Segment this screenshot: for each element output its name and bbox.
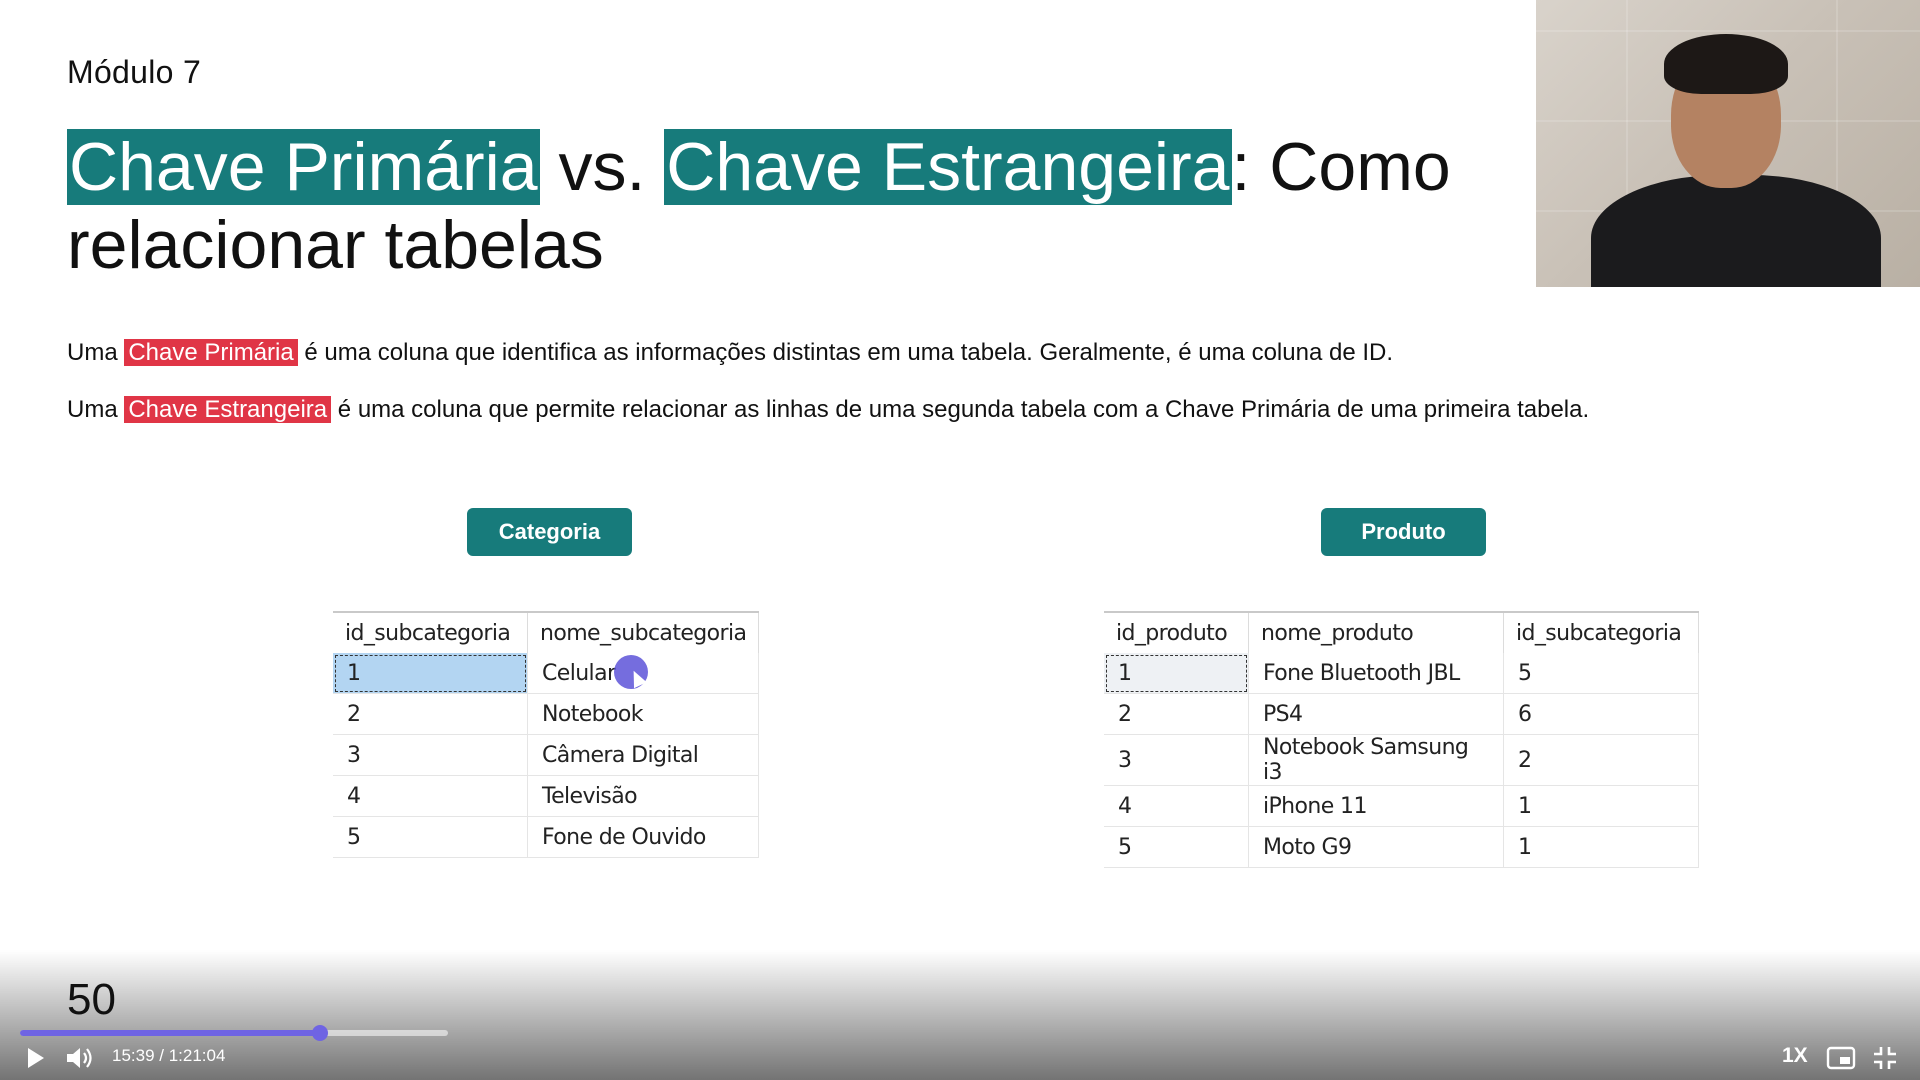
table-cell: Televisão [527,775,760,817]
title-vs: vs. [539,129,665,205]
paragraph-foreign-key: Uma Chave Estrangeira é uma coluna que p… [67,396,1589,424]
table-cell: Câmera Digital [527,734,760,776]
progress-bar[interactable] [20,1025,448,1041]
table-cell: 2 [1104,693,1249,735]
produto-table: id_produto nome_produto id_subcategoria … [1104,611,1699,868]
table-row: 5 Fone de Ouvido [333,816,760,858]
title-highlight-foreign-key: Chave Estrangeira [664,129,1232,205]
table-row: 5 Moto G9 1 [1104,826,1699,868]
produto-chip: Produto [1321,508,1486,556]
column-header: id_produto [1104,611,1249,653]
p2-highlight: Chave Estrangeira [124,396,332,423]
module-label: Módulo 7 [67,54,202,90]
table-cell: 3 [1104,734,1249,786]
picture-in-picture-icon[interactable] [1826,1046,1856,1075]
volume-icon[interactable] [64,1044,94,1077]
column-header: id_subcategoria [333,611,528,653]
table-cell: 1 [1503,785,1699,827]
table-cell: 4 [333,775,528,817]
table-cell: 5 [333,816,528,858]
table-row: 3 Câmera Digital [333,734,760,776]
table-row: 4 iPhone 11 1 [1104,785,1699,827]
table-row: 2 Notebook [333,693,760,735]
table-row: 2 PS4 6 [1104,693,1699,735]
title-highlight-primary-key: Chave Primária [67,129,540,205]
webcam-overlay [1536,0,1920,287]
p1-highlight: Chave Primária [124,339,298,366]
table-cell-selected: 1 [1104,653,1249,694]
p2-pre: Uma [67,396,125,423]
presenter-body [1591,175,1881,287]
table-cell: 5 [1104,826,1249,868]
table-cell: 4 [1104,785,1249,827]
table-row: 3 Notebook Samsung i3 2 [1104,734,1699,786]
table-cell: Fone Bluetooth JBL [1248,653,1504,694]
column-header: id_subcategoria [1503,611,1699,653]
table-header-row: id_produto nome_produto id_subcategoria [1104,611,1699,653]
time-display: 15:39 / 1:21:04 [112,1046,226,1065]
progress-fill [20,1030,320,1036]
categoria-chip: Categoria [467,508,632,556]
table-cell: iPhone 11 [1248,785,1504,827]
table-header-row: id_subcategoria nome_subcategoria [333,611,760,653]
p1-pre: Uma [67,339,125,366]
table-cell: 2 [333,693,528,735]
video-frame[interactable]: Módulo 7 Chave Primária vs. Chave Estran… [0,0,1920,1080]
slide-title: Chave Primária vs. Chave Estrangeira: Co… [67,128,1537,284]
table-cell: PS4 [1248,693,1504,735]
table-cell: 6 [1503,693,1699,735]
table-cell-selected: 1 [333,653,528,694]
table-cell: 2 [1503,734,1699,786]
column-header: nome_produto [1248,611,1504,653]
table-cell: 1 [1503,826,1699,868]
table-cell: 3 [333,734,528,776]
paragraph-primary-key: Uma Chave Primária é uma coluna que iden… [67,339,1393,367]
table-cell: Notebook [527,693,760,735]
playback-speed-button[interactable]: 1X [1782,1044,1808,1068]
presenter-hair [1664,34,1788,94]
column-header: nome_subcategoria [527,611,760,653]
table-cell: 5 [1503,653,1699,694]
table-cell: Notebook Samsung i3 [1248,734,1504,786]
table-row: 1 Celular [333,653,760,694]
table-cell: Fone de Ouvido [527,816,760,858]
player-controls-overlay [0,950,1920,1080]
table-row: 4 Televisão [333,775,760,817]
chapter-number: 50 [67,975,116,1024]
table-row: 1 Fone Bluetooth JBL 5 [1104,653,1699,694]
exit-fullscreen-icon[interactable] [1872,1045,1898,1076]
progress-scrubber[interactable] [311,1025,328,1041]
p1-post: é uma coluna que identifica as informaçõ… [304,339,1393,366]
p2-post: é uma coluna que permite relacionar as l… [337,396,1590,423]
table-cell: Moto G9 [1248,826,1504,868]
play-icon[interactable] [22,1045,48,1076]
categoria-table: id_subcategoria nome_subcategoria 1 Celu… [333,611,760,858]
